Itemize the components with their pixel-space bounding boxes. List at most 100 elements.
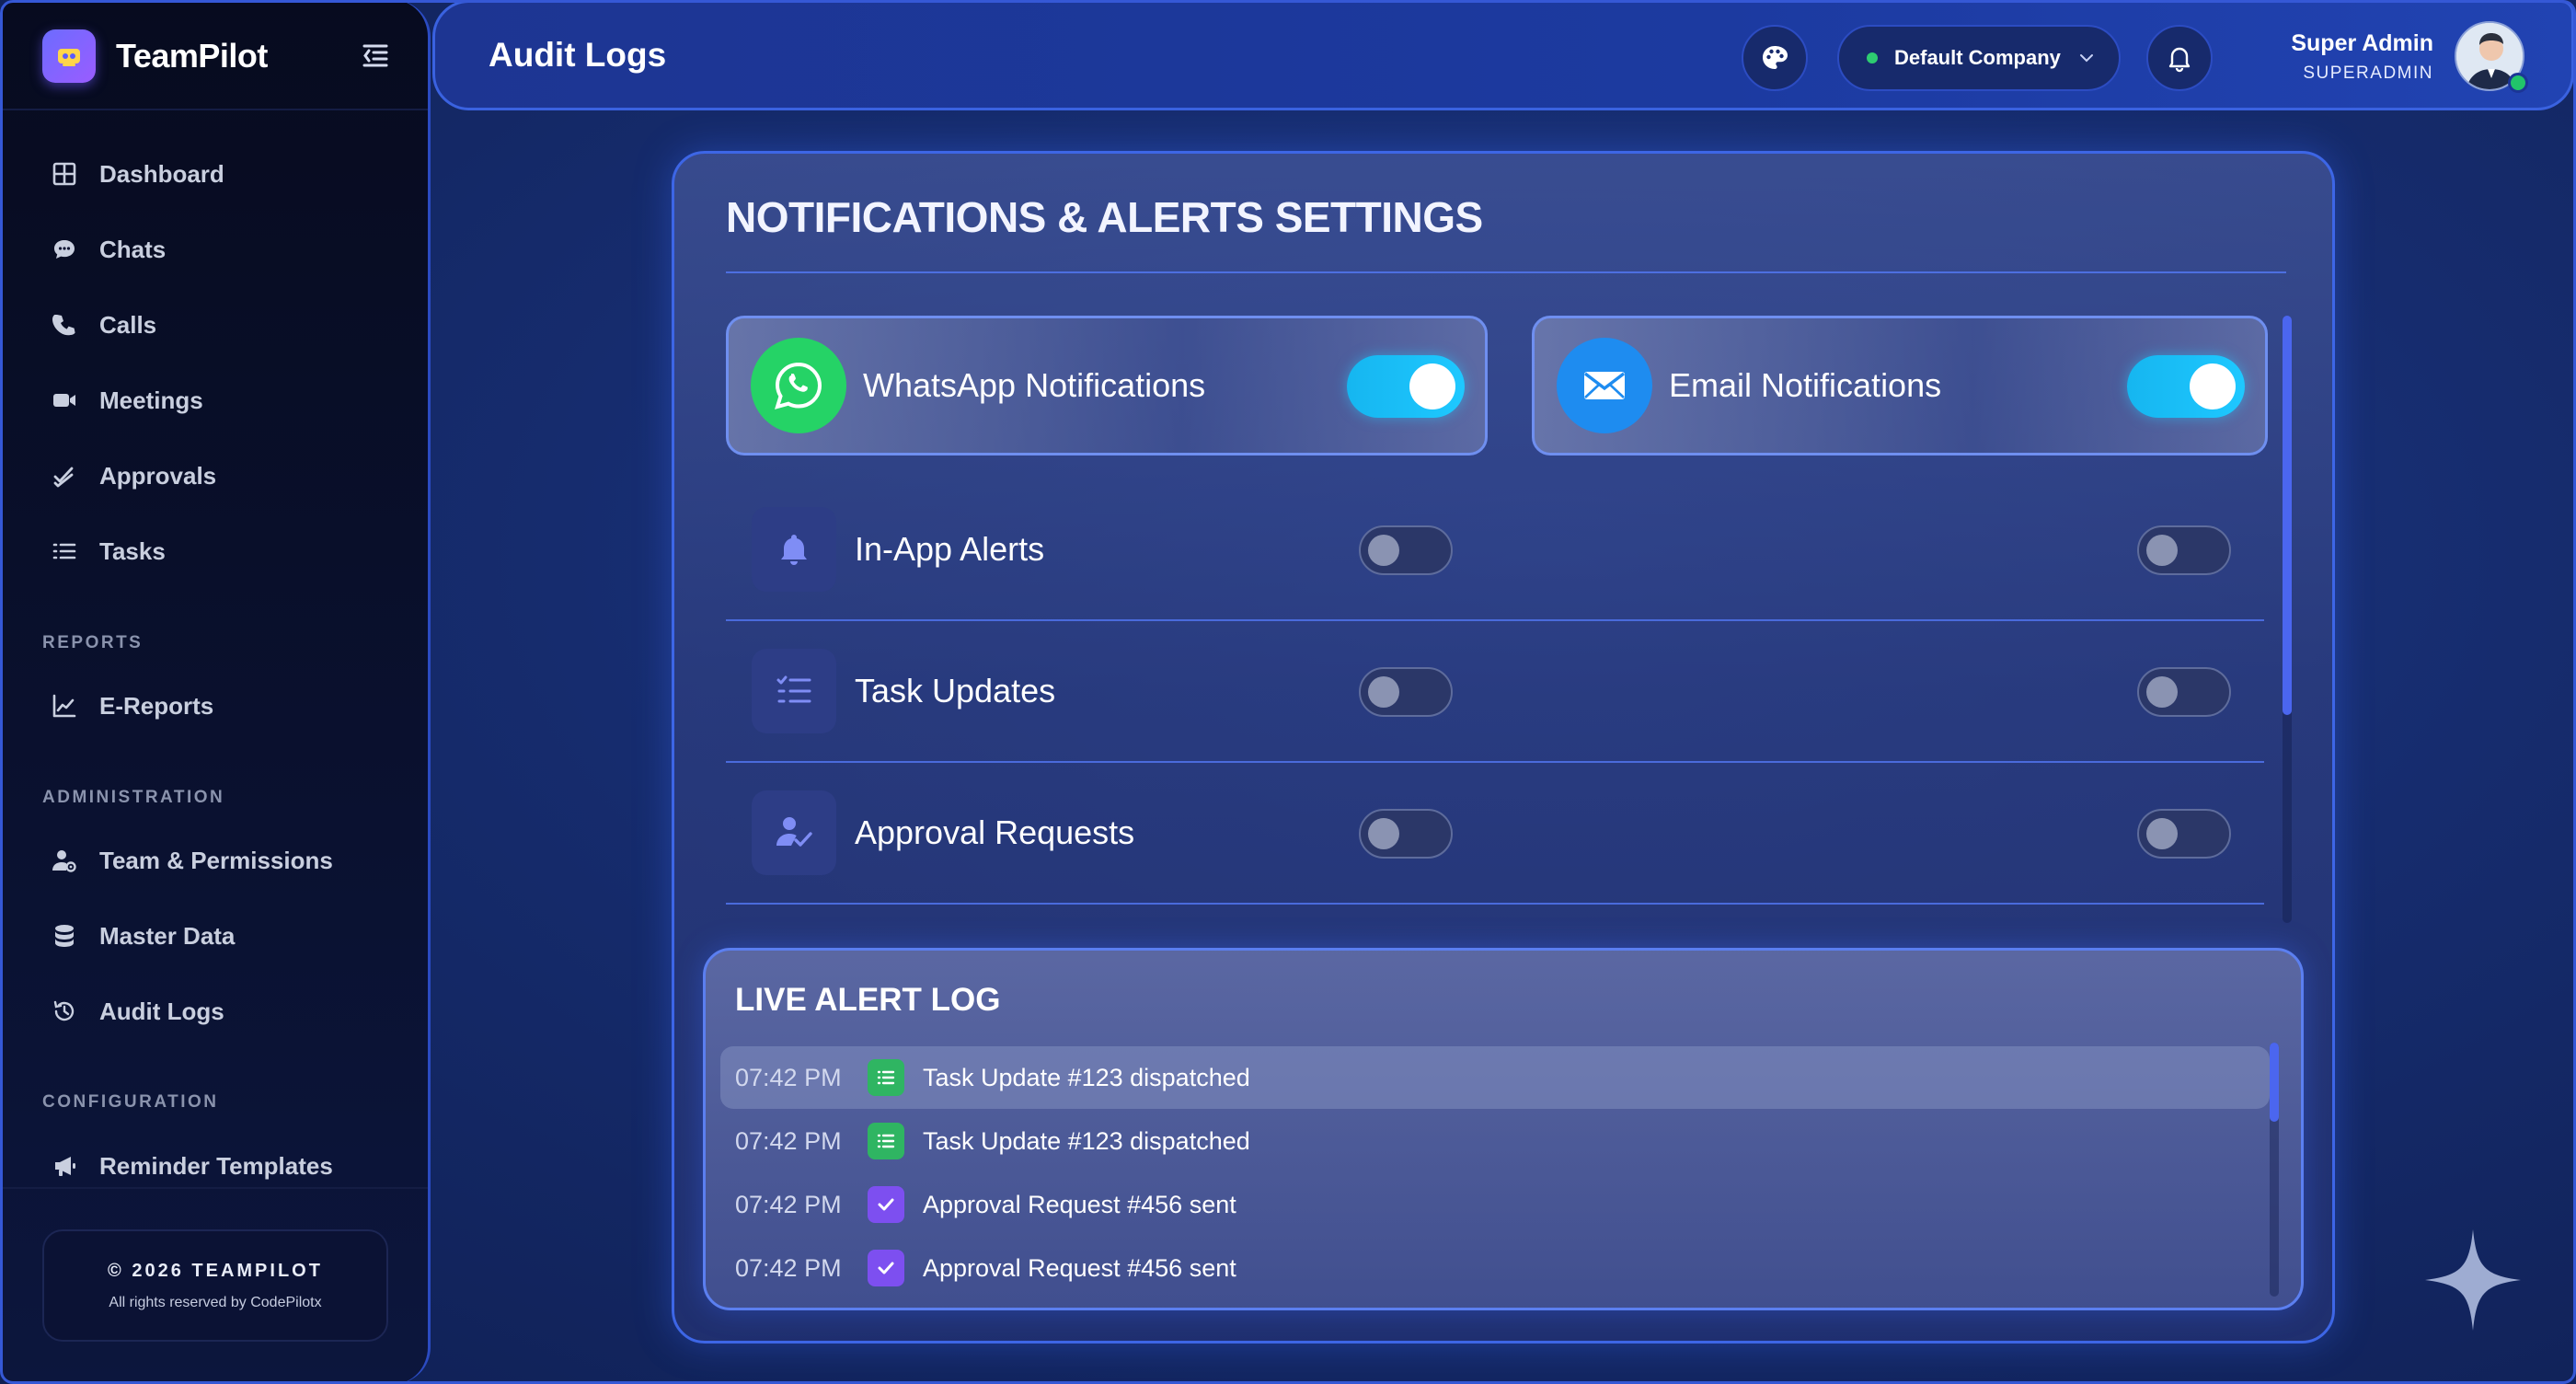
list-icon — [46, 533, 83, 570]
log-entry[interactable]: 07:42 PM Task Update #123 dispatched — [720, 1110, 2270, 1172]
brand-name: TeamPilot — [116, 37, 268, 75]
toggle-knob — [2190, 363, 2236, 409]
task-updates-email-toggle[interactable] — [2137, 667, 2231, 717]
log-time: 07:42 PM — [735, 1253, 842, 1282]
toggle-knob — [2146, 818, 2178, 849]
company-status-dot — [1867, 52, 1878, 63]
log-time: 07:42 PM — [735, 1190, 842, 1218]
sidebar-item-label: E-Reports — [99, 691, 214, 720]
approval-requests-email-toggle[interactable] — [2137, 809, 2231, 859]
user-role: SUPERADMIN — [2303, 63, 2433, 83]
setting-row-approval-requests: Approval Requests — [726, 763, 2264, 905]
settings-title: NOTIFICATIONS & ALERTS SETTINGS — [726, 193, 1483, 241]
in-app-alerts-email-toggle[interactable] — [2137, 525, 2231, 575]
megaphone-icon — [46, 1148, 83, 1184]
envelope-icon — [1557, 338, 1652, 433]
user-name: Super Admin — [2291, 30, 2433, 56]
task-list-icon — [868, 1059, 904, 1096]
theme-button[interactable] — [1742, 25, 1808, 91]
page-title: Audit Logs — [489, 36, 667, 74]
toggle-knob — [1368, 818, 1399, 849]
toggle-knob — [1409, 363, 1455, 409]
sidebar-item-dashboard[interactable]: Dashboard — [46, 146, 396, 202]
in-app-alerts-whatsapp-toggle[interactable] — [1359, 525, 1453, 575]
sidebar-item-meetings[interactable]: Meetings — [46, 373, 396, 428]
brand-logo-icon — [42, 29, 96, 83]
sidebar-item-tasks[interactable]: Tasks — [46, 524, 396, 579]
settings-scrollbar-thumb[interactable] — [2283, 316, 2292, 715]
log-text: Approval Request #456 sent — [923, 1253, 1236, 1282]
top-bar: Audit Logs Default Company Super Admin S… — [432, 0, 2574, 110]
sidebar-item-calls[interactable]: Calls — [46, 297, 396, 352]
setting-row-in-app-alerts: In-App Alerts — [726, 479, 2264, 621]
settings-divider — [726, 271, 2286, 273]
sidebar-item-team-permissions[interactable]: Team & Permissions — [46, 833, 396, 888]
setting-label: In-App Alerts — [855, 530, 1045, 568]
sidebar-item-reminder-templates[interactable]: Reminder Templates — [46, 1138, 396, 1194]
phone-icon — [46, 306, 83, 343]
company-selector[interactable]: Default Company — [1837, 25, 2121, 91]
whatsapp-channel-card[interactable]: WhatsApp Notifications — [726, 316, 1488, 456]
email-channel-card[interactable]: Email Notifications — [1532, 316, 2268, 456]
sidebar-collapse-button[interactable] — [357, 37, 394, 74]
sidebar-item-audit-logs[interactable]: Audit Logs — [46, 984, 396, 1039]
log-scrollbar-thumb[interactable] — [2270, 1043, 2279, 1122]
database-icon — [46, 917, 83, 954]
online-status-indicator — [2508, 73, 2528, 93]
approval-requests-whatsapp-toggle[interactable] — [1359, 809, 1453, 859]
palette-icon — [1763, 46, 1788, 69]
log-time: 07:42 PM — [735, 1126, 842, 1155]
dashboard-grid-icon — [46, 156, 83, 192]
double-check-icon — [46, 457, 83, 494]
line-chart-icon — [46, 687, 83, 724]
menu-collapse-icon — [362, 44, 388, 67]
whatsapp-icon — [751, 338, 846, 433]
history-icon — [46, 993, 83, 1030]
chevron-down-icon — [2079, 54, 2093, 63]
sidebar-item-chats[interactable]: Chats — [46, 222, 396, 277]
whatsapp-master-toggle[interactable] — [1347, 355, 1465, 418]
log-text: Task Update #123 dispatched — [923, 1063, 1250, 1091]
section-label-reports: REPORTS — [42, 633, 144, 652]
sidebar-item-master-data[interactable]: Master Data — [46, 908, 396, 963]
setting-row-task-updates: Task Updates — [726, 621, 2264, 763]
channel-label: WhatsApp Notifications — [863, 366, 1206, 404]
log-text: Task Update #123 dispatched — [923, 1126, 1250, 1155]
sidebar-item-label: Meetings — [99, 386, 203, 414]
checkmark-icon — [868, 1250, 904, 1286]
task-updates-whatsapp-toggle[interactable] — [1359, 667, 1453, 717]
section-label-administration: ADMINISTRATION — [42, 788, 225, 807]
footer-rights: All rights reserved by CodePilotx — [109, 1294, 322, 1310]
log-entry[interactable]: 07:42 PM Approval Request #456 sent — [720, 1237, 2270, 1299]
video-camera-icon — [46, 382, 83, 419]
sidebar-item-label: Chats — [99, 235, 167, 263]
setting-label: Task Updates — [855, 672, 1056, 709]
toggle-knob — [2146, 676, 2178, 708]
user-check-icon — [752, 790, 836, 875]
brand[interactable]: TeamPilot — [42, 29, 268, 83]
setting-label: Approval Requests — [855, 813, 1135, 851]
toggle-knob — [1368, 535, 1399, 566]
notifications-button[interactable] — [2146, 25, 2213, 91]
sidebar-item-label: Tasks — [99, 536, 166, 565]
log-title: LIVE ALERT LOG — [735, 982, 1001, 1018]
log-entry[interactable]: 07:42 PM Approval Request #456 sent — [720, 1173, 2270, 1236]
bell-icon — [2168, 47, 2191, 73]
sidebar-footer: © 2026 TEAMPILOT All rights reserved by … — [42, 1229, 388, 1342]
sidebar-item-e-reports[interactable]: E-Reports — [46, 678, 396, 733]
sidebar-item-label: Reminder Templates — [99, 1151, 333, 1180]
task-list-icon — [752, 649, 836, 733]
email-master-toggle[interactable] — [2127, 355, 2245, 418]
sidebar-item-label: Master Data — [99, 921, 236, 950]
sidebar-item-label: Dashboard — [99, 159, 224, 188]
company-name: Default Company — [1894, 46, 2061, 69]
bell-icon — [752, 507, 836, 592]
toggle-knob — [2146, 535, 2178, 566]
user-gear-icon — [46, 842, 83, 879]
log-entry[interactable]: 07:42 PM Task Update #123 dispatched — [720, 1046, 2270, 1109]
footer-copyright: © 2026 TEAMPILOT — [108, 1260, 323, 1281]
sidebar-item-label: Audit Logs — [99, 997, 224, 1025]
log-time: 07:42 PM — [735, 1063, 842, 1091]
sidebar: TeamPilot Dashboard Chats Calls Meetings… — [0, 0, 431, 1384]
sidebar-item-approvals[interactable]: Approvals — [46, 448, 396, 503]
